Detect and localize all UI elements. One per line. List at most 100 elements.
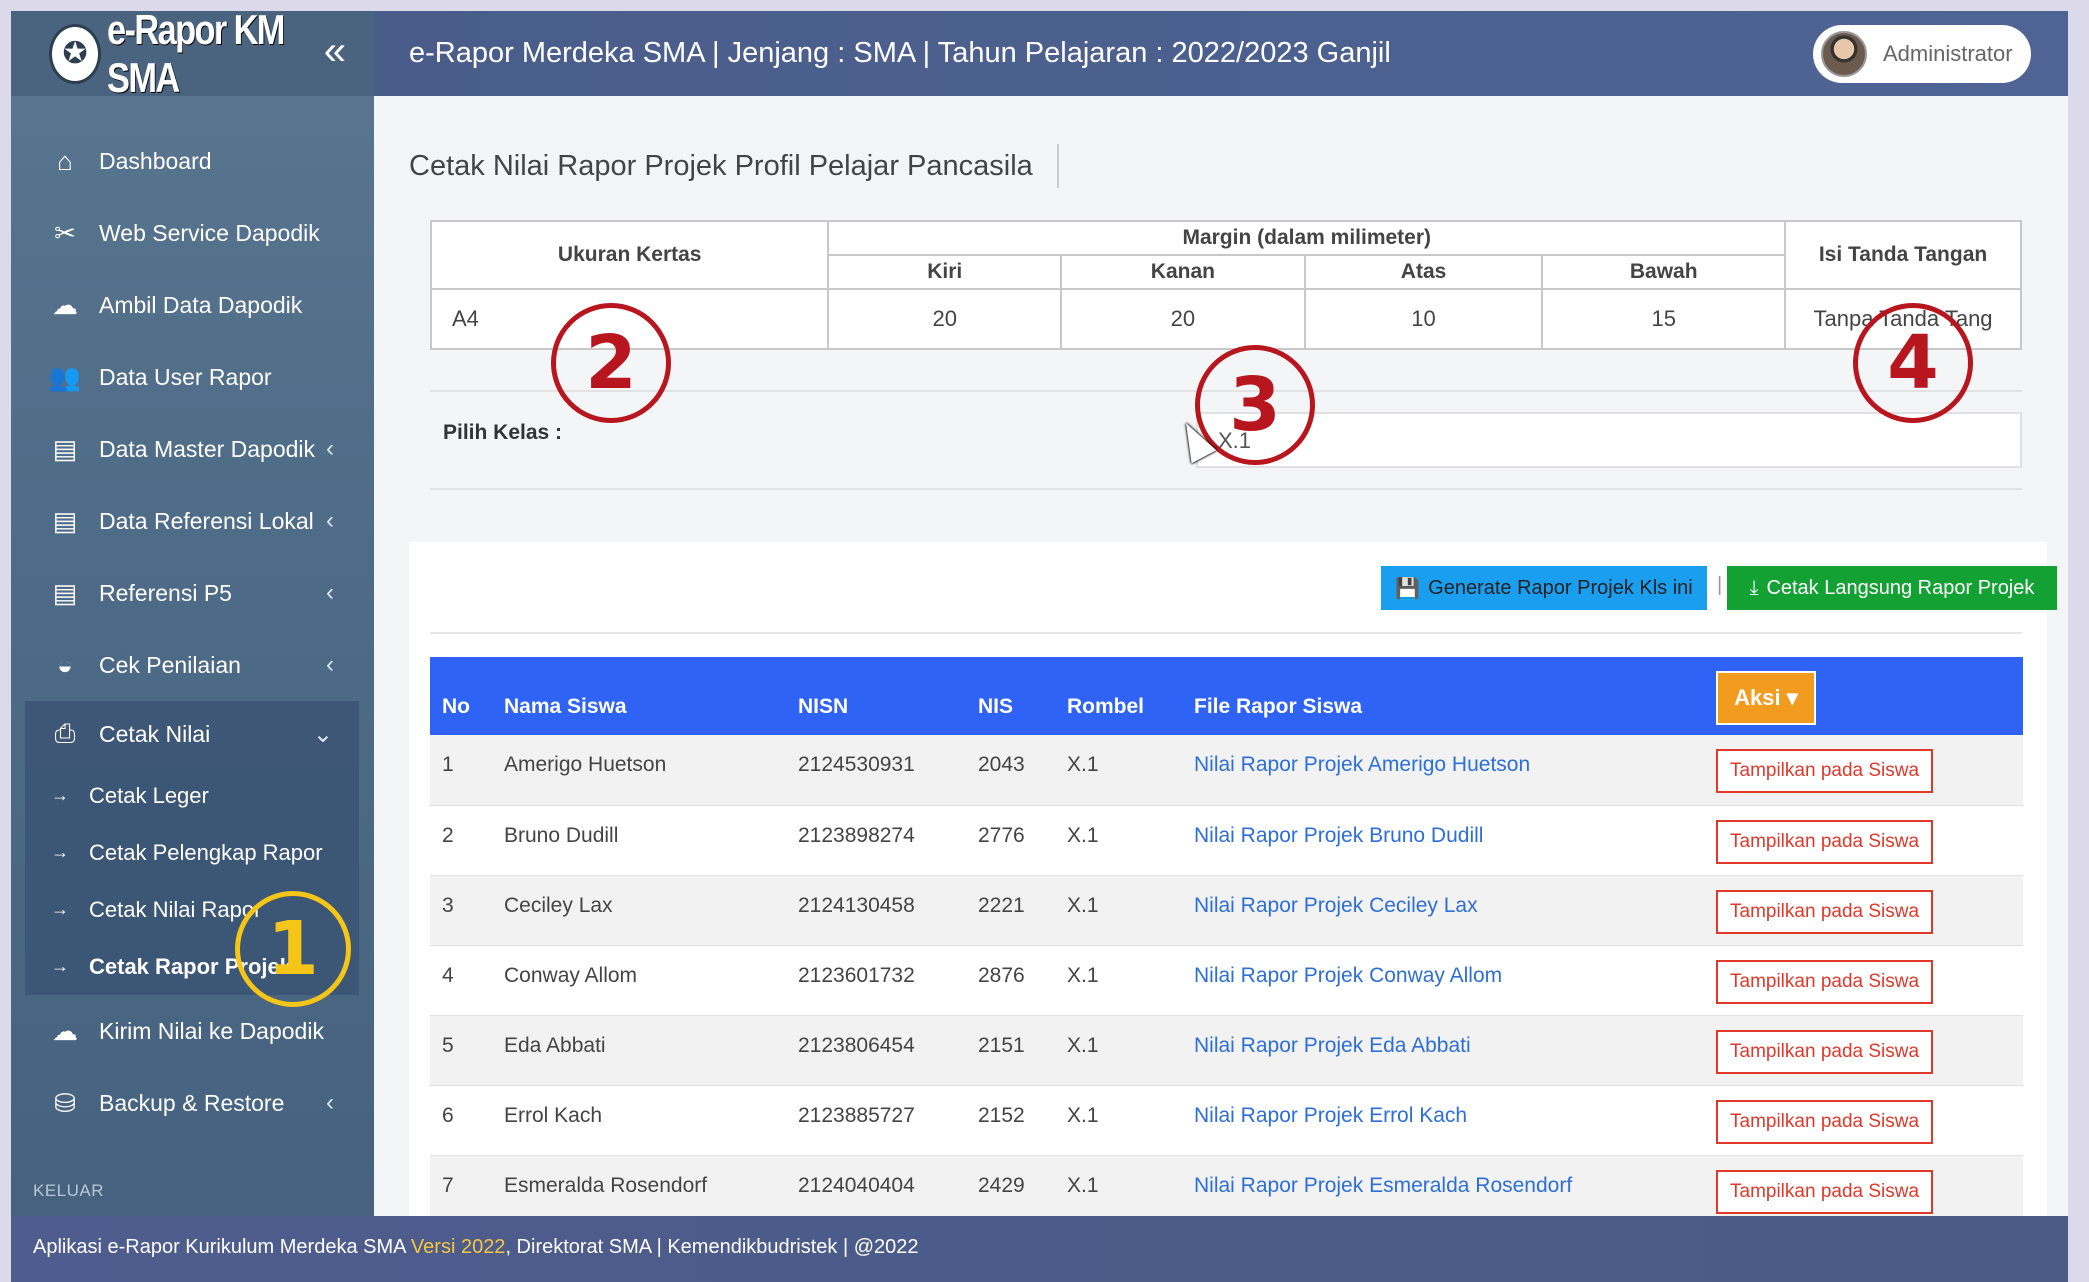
chevron-left-icon: ‹ — [326, 435, 334, 462]
home-icon: ⌂ — [57, 145, 73, 176]
table-row: 4 Conway Allom 2123601732 2876 X.1 Nilai… — [430, 945, 2023, 1015]
cell-rombel: X.1 — [1067, 1173, 1099, 1197]
header-isi-tanda-tangan: Isi Tanda Tangan — [1784, 220, 2022, 290]
users-icon: 👥 — [48, 361, 82, 392]
table-row: 1 Amerigo Huetson 2124530931 2043 X.1 Ni… — [430, 735, 2023, 805]
cell-nis: 2043 — [978, 753, 1025, 776]
table-row: 7 Esmeralda Rosendorf 2124040404 2429 X.… — [430, 1155, 2023, 1225]
sidebar-item-ambil-data-dapodik[interactable]: ☁ Ambil Data Dapodik — [11, 269, 374, 341]
tampilkan-button[interactable]: Tampilkan pada Siswa — [1716, 959, 1934, 1004]
cell-nisn: 2124530931 — [798, 753, 915, 776]
header-ukuran-kertas: Ukuran Kertas — [429, 220, 830, 290]
sidebar-item-label: Data Referensi Lokal — [99, 507, 314, 534]
cell-nis: 2151 — [978, 1033, 1025, 1057]
sidebar-subitem-label: Cetak Nilai Rapor — [89, 896, 262, 922]
button-separator: | — [1717, 574, 1723, 596]
student-list-card: 💾 Generate Rapor Projek Kls ini | ⤓ Ceta… — [409, 542, 2057, 1225]
header-kiri: Kiri — [827, 254, 1063, 290]
col-rombel: Rombel — [1067, 695, 1145, 718]
cloud-upload-icon: ☁ — [52, 1015, 78, 1046]
table-row: 2 Bruno Dudill 2123898274 2776 X.1 Nilai… — [430, 805, 2023, 875]
tampilkan-button[interactable]: Tampilkan pada Siswa — [1716, 749, 1934, 793]
sidebar: ✪ e-Rapor KM SMA « ⌂ Dashboard ✂ Web Ser… — [11, 11, 374, 1216]
tampilkan-button[interactable]: Tampilkan pada Siswa — [1716, 1169, 1934, 1214]
margin-kiri-input[interactable]: 20 — [827, 288, 1063, 350]
cetak-label: Cetak Langsung Rapor Projek — [1766, 576, 2035, 599]
file-rapor-link[interactable]: Nilai Rapor Projek Esmeralda Rosendorf — [1194, 1174, 1572, 1197]
user-name: Administrator — [1883, 41, 2013, 66]
student-table: No Nama Siswa NISN NIS Rombel File Rapor… — [430, 657, 2023, 1226]
sidebar-item-data-master-dapodik[interactable]: ▤ Data Master Dapodik ‹ — [11, 413, 374, 485]
print-settings-table: Ukuran Kertas Margin (dalam milimeter) I… — [429, 220, 2022, 350]
generate-rapor-button[interactable]: 💾 Generate Rapor Projek Kls ini — [1381, 566, 1707, 610]
sidebar-item-referensi-p5[interactable]: ▤ Referensi P5 ‹ — [11, 557, 374, 629]
cell-no: 7 — [442, 1173, 454, 1197]
arrow-right-icon: → — [51, 956, 69, 976]
sidebar-subitem-cetak-pelengkap-rapor[interactable]: → Cetak Pelengkap Rapor — [25, 824, 359, 881]
tampilkan-button[interactable]: Tampilkan pada Siswa — [1716, 889, 1934, 934]
cloud-download-icon: ☁ — [52, 289, 78, 320]
sidebar-keluar[interactable]: KELUAR — [33, 1181, 104, 1201]
footer-prefix: Aplikasi e-Rapor Kurikulum Merdeka SMA — [33, 1236, 411, 1258]
download-icon: ⤓ — [1749, 576, 1759, 599]
cetak-langsung-button[interactable]: ⤓ Cetak Langsung Rapor Projek — [1727, 566, 2057, 610]
sidebar-item-data-referensi-lokal[interactable]: ▤ Data Referensi Lokal ‹ — [11, 485, 374, 557]
sidebar-item-label: Cetak Nilai — [99, 720, 211, 747]
cell-nis: 2152 — [978, 1103, 1025, 1127]
file-rapor-link[interactable]: Nilai Rapor Projek Conway Allom — [1194, 964, 1502, 987]
header-bawah: Bawah — [1541, 254, 1787, 290]
margin-bawah-input[interactable]: 15 — [1541, 288, 1787, 350]
divider — [430, 632, 2022, 634]
sidebar-item-backup-restore[interactable]: ⛁ Backup & Restore ‹ — [11, 1067, 374, 1139]
sidebar-item-kirim-nilai[interactable]: ☁ Kirim Nilai ke Dapodik — [11, 995, 374, 1067]
cell-nis: 2776 — [978, 823, 1025, 847]
annotation-marker-1: 1 — [235, 891, 351, 1007]
sidebar-subitem-cetak-leger[interactable]: → Cetak Leger — [25, 767, 359, 824]
cell-nama: Errol Kach — [504, 1103, 603, 1127]
sidebar-item-label: Ambil Data Dapodik — [99, 291, 303, 318]
file-rapor-link[interactable]: Nilai Rapor Projek Eda Abbati — [1194, 1034, 1471, 1057]
cell-nisn: 2123806454 — [798, 1033, 915, 1057]
chevron-down-icon: ⌄ — [312, 720, 333, 748]
cell-no: 3 — [442, 893, 454, 917]
window-scrollbar[interactable] — [2068, 11, 2089, 1282]
tampilkan-button[interactable]: Tampilkan pada Siswa — [1716, 1029, 1934, 1074]
col-aksi: Aksi ▾ — [1704, 657, 2023, 735]
cell-rombel: X.1 — [1067, 963, 1099, 987]
user-menu[interactable]: Administrator — [1813, 25, 2031, 83]
sidebar-item-web-service-dapodik[interactable]: ✂ Web Service Dapodik — [11, 197, 374, 269]
aksi-dropdown[interactable]: Aksi ▾ — [1716, 671, 1816, 725]
sidebar-item-data-user-rapor[interactable]: 👥 Data User Rapor — [11, 341, 374, 413]
table-row: 5 Eda Abbati 2123806454 2151 X.1 Nilai R… — [430, 1015, 2023, 1085]
cell-no: 6 — [442, 1103, 454, 1127]
sidebar-item-label: Referensi P5 — [99, 579, 232, 606]
sidebar-item-label: Cek Penilaian — [99, 651, 241, 678]
cell-nis: 2221 — [978, 893, 1025, 917]
sidebar-item-cetak-nilai[interactable]: ⎙ Cetak Nilai ⌄ — [25, 701, 359, 767]
margin-kanan-input[interactable]: 20 — [1060, 288, 1306, 350]
tampilkan-button[interactable]: Tampilkan pada Siswa — [1716, 819, 1934, 864]
sidebar-item-dashboard[interactable]: ⌂ Dashboard — [11, 125, 374, 197]
sidebar-item-cek-penilaian[interactable]: ◒ Cek Penilaian ‹ — [11, 629, 374, 701]
margin-atas-input[interactable]: 10 — [1303, 288, 1544, 350]
file-rapor-link[interactable]: Nilai Rapor Projek Bruno Dudill — [1194, 824, 1483, 847]
file-rapor-link[interactable]: Nilai Rapor Projek Ceciley Lax — [1194, 894, 1478, 917]
chevron-left-icon: ‹ — [326, 1089, 334, 1116]
archive-icon: ▤ — [52, 505, 78, 536]
tampilkan-button[interactable]: Tampilkan pada Siswa — [1716, 1099, 1934, 1144]
file-rapor-link[interactable]: Nilai Rapor Projek Amerigo Huetson — [1194, 753, 1530, 776]
pilih-kelas-label: Pilih Kelas : — [443, 421, 563, 444]
main-content: Cetak Nilai Rapor Projek Profil Pelajar … — [374, 96, 2079, 1225]
arrow-right-icon: → — [51, 842, 69, 862]
collapse-sidebar-icon[interactable]: « — [324, 31, 346, 71]
cell-rombel: X.1 — [1067, 1033, 1099, 1057]
col-nisn: NISN — [798, 695, 849, 718]
col-file-rapor: File Rapor Siswa — [1194, 695, 1363, 718]
cell-nama: Esmeralda Rosendorf — [504, 1173, 708, 1197]
cell-rombel: X.1 — [1067, 753, 1099, 776]
file-rapor-link[interactable]: Nilai Rapor Projek Errol Kach — [1194, 1104, 1467, 1127]
arrow-right-icon: → — [51, 899, 69, 919]
cell-rombel: X.1 — [1067, 823, 1099, 847]
brand-name: e-Rapor KM SMA — [107, 11, 286, 101]
footer-suffix: , Direktorat SMA | Kemendikbudristek | @… — [505, 1236, 919, 1258]
